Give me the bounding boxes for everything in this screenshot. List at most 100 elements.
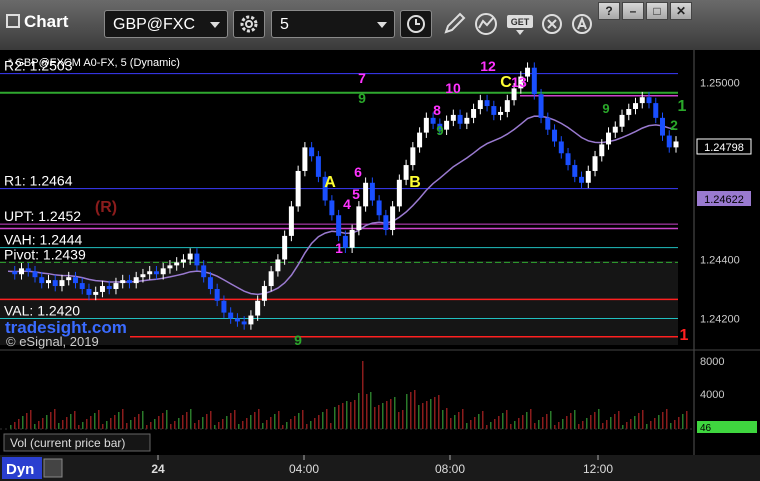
interval-input[interactable]: 5 (271, 10, 395, 38)
candle (396, 179, 402, 207)
volume-bar (662, 412, 664, 429)
candle (268, 271, 274, 287)
volume-bar (350, 402, 352, 429)
chevron-down-icon[interactable] (210, 22, 220, 28)
volume-bar (306, 424, 308, 429)
candle (106, 286, 112, 289)
volume-bar (174, 421, 176, 429)
volume-bar (250, 415, 252, 429)
level-label: Pivot: 1.2439 (4, 246, 86, 262)
volume-bar (538, 420, 540, 429)
volume-bar (678, 417, 680, 429)
volume-bar (430, 399, 432, 429)
volume-bar (262, 423, 264, 429)
level-label: R1: 1.2464 (4, 173, 73, 189)
volume-bar (490, 422, 492, 429)
volume-bar (94, 413, 96, 429)
volume-bar (258, 409, 260, 429)
setup-label: 1 (680, 327, 689, 344)
candle (241, 321, 247, 325)
volume-bar (30, 410, 32, 429)
chart-canvas[interactable]: R2: 1.2503R1: 1.2464UPT: 1.2452VAH: 1.24… (0, 50, 760, 481)
candle (174, 262, 180, 266)
volume-bar (178, 418, 180, 429)
volume-last-label: 46 (700, 423, 712, 434)
candle (153, 271, 159, 275)
volume-bar (674, 420, 676, 429)
volume-bar (458, 412, 460, 429)
candle (457, 114, 463, 124)
restore-button[interactable]: □ (646, 2, 668, 20)
volume-bar (46, 415, 48, 429)
link-button[interactable] (43, 458, 63, 478)
clock-button[interactable] (400, 10, 432, 38)
volume-bar (70, 414, 72, 429)
close-chart-button[interactable] (536, 10, 568, 38)
volume-bar (634, 416, 636, 429)
volume-bar (594, 412, 596, 429)
time-tick: 24 (151, 462, 165, 476)
candle (477, 100, 483, 110)
minimize-button[interactable]: – (622, 2, 644, 20)
setup-label: 1 (335, 240, 343, 256)
candle (511, 88, 517, 101)
volume-bar (426, 401, 428, 429)
alert-button[interactable] (566, 10, 598, 38)
volume-bar (242, 421, 244, 429)
volume-bar (22, 416, 24, 429)
candle (302, 147, 308, 171)
volume-bar (326, 409, 328, 429)
volume-bar (86, 419, 88, 429)
volume-bar (410, 392, 412, 429)
get-data-button[interactable]: GET (504, 10, 536, 38)
time-axis (0, 455, 760, 481)
volume-bar (78, 425, 80, 429)
candle (187, 253, 193, 260)
volume-bar (90, 416, 92, 429)
volume-bar (222, 419, 224, 429)
symbol-input[interactable]: GBP@FXC (104, 10, 228, 38)
candle (545, 117, 551, 130)
candle (275, 259, 281, 272)
symbol-value: GBP@FXC (113, 16, 196, 33)
pencil-button[interactable] (438, 10, 470, 38)
volume-bar (198, 420, 200, 429)
candle (376, 200, 382, 216)
candle (356, 206, 362, 230)
volume-bar (654, 418, 656, 429)
copyright: © eSignal, 2019 (6, 334, 99, 349)
setup-label: 2 (670, 117, 678, 133)
volume-bar (206, 414, 208, 429)
volume-bar (446, 408, 448, 429)
volume-bar (226, 416, 228, 429)
candle (498, 111, 504, 115)
candle (450, 114, 456, 121)
close-window-button[interactable]: ✕ (670, 2, 692, 20)
volume-bar (378, 405, 380, 429)
chevron-down-icon[interactable] (377, 22, 387, 28)
candle (288, 206, 294, 236)
setup-label: (R) (95, 199, 117, 216)
close-icon (542, 14, 562, 34)
volume-bar (542, 417, 544, 429)
study-button[interactable] (470, 10, 502, 38)
candle (336, 215, 342, 236)
setup-label: 10 (445, 80, 461, 96)
volume-bar (482, 411, 484, 429)
volume-bar (266, 420, 268, 429)
volume-bar (338, 405, 340, 429)
volume-bar (110, 418, 112, 429)
help-button[interactable]: ? (598, 2, 620, 20)
volume-bar (318, 415, 320, 429)
setup-label: 7 (358, 70, 366, 86)
volume-bar (550, 411, 552, 429)
volume-bar (562, 419, 564, 429)
volume-bar (522, 415, 524, 429)
volume-bar (162, 413, 164, 429)
volume-bar (26, 413, 28, 429)
settings-button[interactable] (233, 10, 265, 38)
volume-bar (574, 410, 576, 429)
volume-bar (62, 420, 64, 429)
candle (214, 288, 220, 301)
candle (349, 229, 355, 248)
